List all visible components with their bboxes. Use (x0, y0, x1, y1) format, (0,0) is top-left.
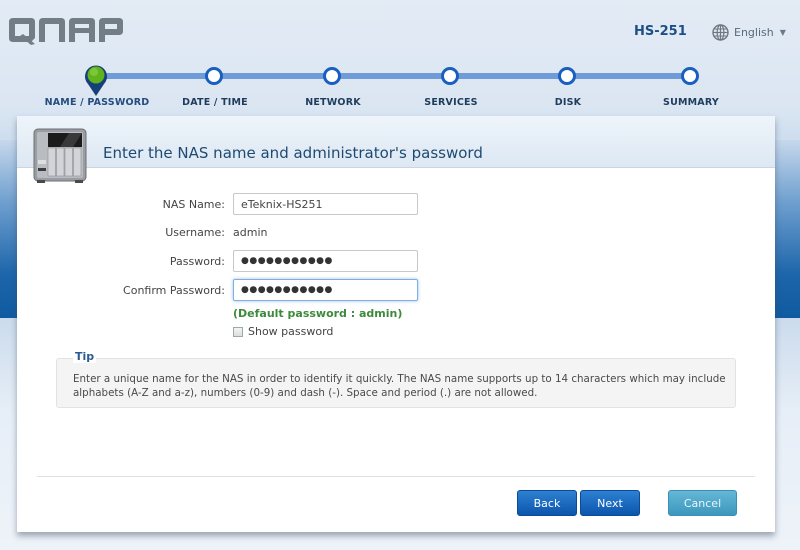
confirm-password-input[interactable] (233, 279, 418, 301)
nas-name-label: NAS Name: (162, 198, 225, 211)
nas-device-icon (33, 128, 87, 183)
panel-title: Enter the NAS name and administrator's p… (103, 144, 483, 162)
username-value: admin (233, 226, 268, 239)
show-password-checkbox[interactable] (233, 326, 243, 337)
qnap-logo (9, 18, 123, 45)
confirm-password-label: Confirm Password: (123, 284, 225, 297)
wizard-progress-track (96, 73, 692, 79)
step-disk: DISK (554, 97, 582, 108)
cancel-button[interactable]: Cancel (668, 490, 737, 516)
password-input[interactable] (233, 250, 418, 272)
current-step-marker-icon (85, 65, 107, 96)
username-label: Username: (165, 226, 225, 239)
globe-icon (712, 23, 729, 41)
default-password-hint: (Default password : admin) (233, 307, 403, 320)
back-button[interactable]: Back (517, 490, 577, 516)
language-label: English (734, 25, 774, 39)
model-name: HS-251 (634, 24, 687, 39)
tip-text: Enter a unique name for the NAS in order… (73, 373, 726, 399)
footer-divider (37, 476, 755, 477)
step-dot-services (441, 67, 459, 85)
nas-name-input[interactable] (233, 193, 418, 215)
step-dot-network (323, 67, 341, 85)
step-dot-date-time (205, 67, 223, 85)
show-password-toggle[interactable]: Show password (233, 325, 333, 338)
password-label: Password: (169, 255, 225, 268)
step-dot-disk (558, 67, 576, 85)
tip-title: Tip (73, 350, 97, 363)
wizard-panel: Enter the NAS name and administrator's p… (17, 116, 775, 532)
language-selector[interactable]: English ▼ (712, 23, 786, 41)
next-button[interactable]: Next (580, 490, 640, 516)
chevron-down-icon: ▼ (779, 27, 786, 37)
step-summary: SUMMARY (663, 97, 719, 108)
step-dot-summary (681, 67, 699, 85)
show-password-label: Show password (248, 325, 334, 338)
